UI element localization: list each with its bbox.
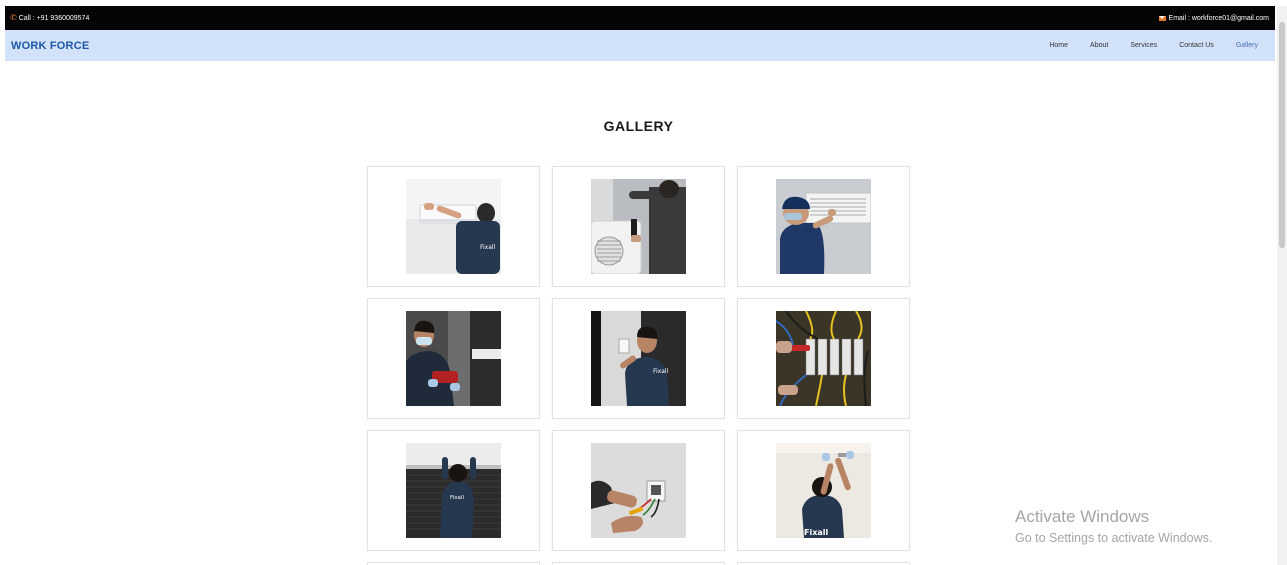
photo-icon [591, 443, 686, 538]
call-text: Call : +91 9360009574 [18, 14, 90, 22]
photo-icon [406, 311, 501, 406]
nav-services[interactable]: Services [1119, 42, 1168, 49]
mail-icon [1158, 15, 1166, 21]
activation-watermark-title: Activate Windows [1015, 507, 1150, 526]
photo-icon [591, 179, 686, 274]
page: ✆ Call : +91 9360009574 Email : workforc… [0, 0, 1287, 565]
photo-icon: Fixall [406, 179, 501, 274]
gallery-card[interactable]: Fixall [367, 166, 540, 287]
svg-text:Fixall: Fixall [804, 528, 829, 537]
gallery-card[interactable] [552, 166, 725, 287]
gallery-card[interactable] [367, 298, 540, 419]
photo-icon: Fixall [776, 443, 871, 538]
gallery-grid: Fixall Fixall Fixall Fixall [367, 166, 911, 565]
gallery-card[interactable] [737, 166, 910, 287]
gallery-card[interactable]: Fixall [367, 430, 540, 551]
navbar: WORK FORCE Home About Services Contact U… [5, 30, 1275, 61]
svg-text:Fixall: Fixall [480, 244, 496, 251]
nav-gallery[interactable]: Gallery [1225, 42, 1269, 49]
top-contact-bar: ✆ Call : +91 9360009574 Email : workforc… [5, 6, 1275, 30]
photo-icon: Fixall [406, 443, 501, 538]
nav-home[interactable]: Home [1038, 42, 1079, 49]
email-info[interactable]: Email : workforce01@gmail.com [1158, 14, 1269, 22]
photo-icon [776, 179, 871, 274]
photo-icon: Fixall [591, 311, 686, 406]
svg-text:Fixall: Fixall [450, 495, 464, 501]
gallery-card[interactable]: Fixall [552, 298, 725, 419]
activation-watermark-subtitle: Go to Settings to activate Windows. [1015, 531, 1213, 545]
photo-icon [776, 311, 871, 406]
call-info[interactable]: ✆ Call : +91 9360009574 [10, 14, 89, 22]
brand-logo[interactable]: WORK FORCE [11, 40, 89, 52]
gallery-card[interactable] [737, 298, 910, 419]
nav-contact-us[interactable]: Contact Us [1168, 42, 1225, 49]
phone-icon: ✆ [10, 13, 17, 22]
nav-about[interactable]: About [1079, 42, 1119, 49]
scrollbar-thumb[interactable] [1279, 22, 1285, 248]
svg-text:Fixall: Fixall [653, 368, 669, 375]
gallery-card[interactable] [552, 430, 725, 551]
page-title: GALLERY [603, 118, 674, 134]
email-text: Email : workforce01@gmail.com [1168, 14, 1269, 22]
gallery-card[interactable]: Fixall [737, 430, 910, 551]
page-scrollbar[interactable] [1277, 6, 1287, 565]
main-nav: Home About Services Contact Us Gallery [1038, 42, 1269, 49]
